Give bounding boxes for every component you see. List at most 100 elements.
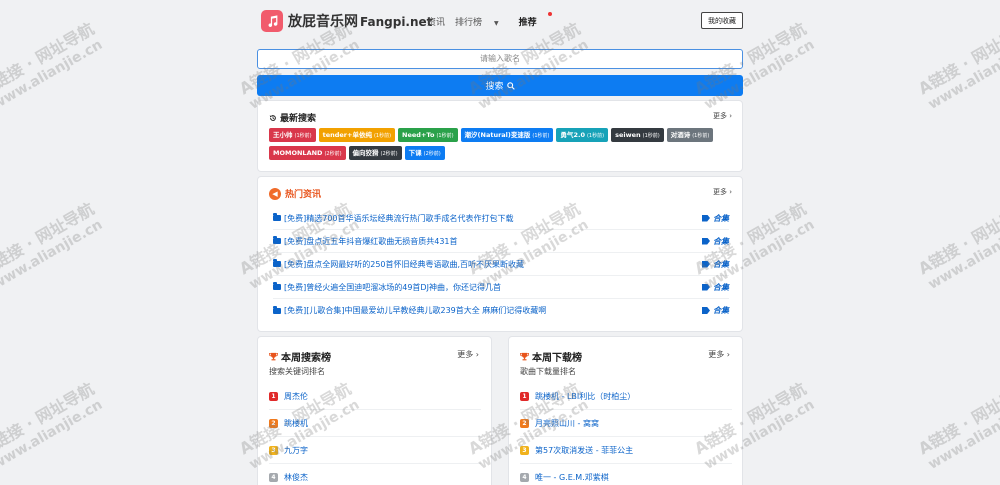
search-tag-time: (1秒前) — [692, 133, 710, 139]
main-nav: 资讯 排行榜 ▼ 推荐 — [427, 12, 557, 28]
search-tag[interactable]: 王小帅 (1秒前) — [269, 128, 316, 142]
tag-icon — [702, 237, 710, 245]
search-tag[interactable]: seiwen (1秒前) — [611, 128, 664, 142]
watermark-line2: www.alianjie.cn — [0, 216, 106, 293]
search-tag[interactable]: 下课 (2秒前) — [404, 146, 445, 160]
watermark-line2: www.alianjie.cn — [0, 36, 106, 113]
news-category[interactable]: 合集 — [702, 282, 729, 293]
news-link[interactable]: [免费]精选700首华语乐坛经典流行热门歌手成名代表作打包下载 — [273, 213, 514, 224]
weekly-download-card: 本周下载榜 更多 › 歌曲下载量排名 1 跳楼机 - LBI利比（时柏尘） 2 月亮照… — [508, 336, 743, 485]
news-item[interactable]: [免费]盘点全网最好听的250首怀旧经典粤语歌曲,百听不厌果断收藏 合集 — [273, 253, 729, 276]
megaphone-icon: ◀ — [269, 187, 281, 200]
news-category[interactable]: 合集 — [702, 236, 729, 247]
rank-item[interactable]: 4 唯一 - G.E.M.邓紫棋 — [520, 464, 732, 485]
page: 放屁音乐网 Fangpi.net 资讯 排行榜 ▼ 推荐 我的收藏 请输入歌名 搜索… — [257, 0, 743, 485]
news-category-label: 合集 — [713, 213, 729, 223]
rank-item[interactable]: 2 月亮照山川 - 窝窝 — [520, 410, 732, 437]
search-tag-time: (1秒前) — [436, 133, 454, 139]
news-link[interactable]: [免费]盘点全网最好听的250首怀旧经典粤语歌曲,百听不厌果断收藏 — [273, 259, 524, 270]
rank-number-badge: 2 — [269, 418, 278, 428]
search-tag-name: 勇气2.0 — [560, 131, 585, 139]
news-item[interactable]: [免费]盘点近五年抖音爆红歌曲无损音质共431首 合集 — [273, 230, 729, 253]
rank-number-badge: 4 — [269, 472, 278, 482]
news-category[interactable]: 合集 — [702, 305, 729, 316]
search-tag-name: Need+To — [402, 131, 435, 139]
search-tag-time: (2秒前) — [380, 151, 398, 157]
search-tag-name: 对酒诗 — [670, 131, 691, 139]
rank-number-badge: 3 — [269, 445, 278, 455]
weekly-download-more-link[interactable]: 更多 › — [708, 349, 730, 360]
rank-item[interactable]: 3 九万字 — [269, 437, 481, 464]
search-tag[interactable]: MOMONLAND (2秒前) — [269, 146, 346, 160]
news-item[interactable]: [免费]精选700首华语乐坛经典流行热门歌手成名代表作打包下载 合集 — [273, 207, 729, 230]
nav-news[interactable]: 资讯 — [427, 15, 445, 28]
search-tag[interactable]: 偏向狡猾 (2秒前) — [348, 146, 402, 160]
rank-item-name: 周杰伦 — [284, 391, 308, 401]
news-link[interactable]: [免费][儿歌合集]中国最爱幼儿早教经典儿歌239首大全 麻麻们记得收藏啊 — [273, 305, 546, 316]
search-tag-time: (1秒前) — [373, 133, 392, 139]
news-category[interactable]: 合集 — [702, 213, 729, 224]
weekly-search-title-text: 本周搜索榜 — [281, 353, 331, 364]
news-title: [免费]盘点近五年抖音爆红歌曲无损音质共431首 — [284, 236, 458, 246]
rank-item[interactable]: 3 第57次取消发送 - 菲菲公主 — [520, 437, 732, 464]
latest-search-title: 最新搜索 — [269, 111, 316, 124]
search-tag-time: (2秒前) — [423, 151, 441, 157]
search-button-label: 搜索 — [485, 82, 504, 92]
rank-item[interactable]: 2 跳楼机 — [269, 410, 481, 437]
nav-charts[interactable]: 排行榜 ▼ — [455, 15, 509, 28]
news-link[interactable]: [免费]曾经火遍全国迪吧溜冰场的49首DJ神曲，你还记得几首 — [273, 282, 501, 293]
favorites-button[interactable]: 我的收藏 — [701, 12, 743, 29]
folder-icon — [273, 213, 281, 221]
rank-item[interactable]: 1 周杰伦 — [269, 383, 481, 410]
rank-number-badge: 1 — [520, 391, 529, 401]
rank-item-name: 跳楼机 — [284, 418, 308, 428]
watermark-text: A链接 · 网址导航 www.alianjie.cn — [915, 19, 1000, 114]
search-tag[interactable]: 对酒诗 (1秒前) — [666, 128, 714, 142]
rank-item-name: 跳楼机 - LBI利比（时柏尘） — [535, 391, 636, 401]
hot-news-title: ◀ 热门资讯 — [269, 187, 321, 200]
watermark-line1: A链接 · 网址导航 — [915, 19, 1000, 99]
news-item[interactable]: [免费]曾经火遍全国迪吧溜冰场的49首DJ神曲，你还记得几首 合集 — [273, 276, 729, 299]
site-name[interactable]: 放屁音乐网 Fangpi.net — [288, 11, 432, 31]
rank-item[interactable]: 4 林俊杰 — [269, 464, 481, 485]
search-tag[interactable]: 潮汐(Natural)变速版 (1秒前) — [460, 128, 554, 142]
hot-news-more-link[interactable]: 更多 › — [713, 187, 732, 197]
rank-item[interactable]: 1 跳楼机 - LBI利比（时柏尘） — [520, 383, 732, 410]
rank-item-name: 第57次取消发送 - 菲菲公主 — [535, 445, 634, 455]
notification-dot-icon — [547, 12, 552, 16]
trophy-icon — [520, 352, 529, 361]
search-tag[interactable]: 勇气2.0 (1秒前) — [556, 128, 609, 142]
latest-search-more-link[interactable]: 更多 › — [713, 111, 732, 121]
search-tag-time: (1秒前) — [586, 133, 605, 139]
nav-recommend[interactable]: 推荐 — [519, 12, 552, 28]
trophy-icon — [269, 352, 278, 361]
weekly-download-subtitle: 歌曲下载量排名 — [520, 367, 576, 376]
search-tag[interactable]: Need+To (1秒前) — [398, 128, 458, 142]
news-link[interactable]: [免费]盘点近五年抖音爆红歌曲无损音质共431首 — [273, 236, 458, 247]
search-button[interactable]: 搜索 — [257, 75, 743, 96]
history-icon — [269, 114, 276, 121]
rank-item-name: 月亮照山川 - 窝窝 — [535, 418, 599, 428]
weekly-search-more-link[interactable]: 更多 › — [457, 349, 479, 360]
watermark-line2: www.alianjie.cn — [0, 396, 106, 473]
search-input[interactable]: 请输入歌名 — [257, 49, 743, 69]
weekly-search-card: 本周搜索榜 更多 › 搜索关键词排名 1 周杰伦 2 跳楼机 3 九万字 4 林俊杰 — [257, 336, 492, 485]
music-logo-icon[interactable] — [261, 10, 283, 32]
latest-search-title-text: 最新搜索 — [280, 114, 317, 124]
news-category[interactable]: 合集 — [702, 259, 729, 270]
news-category-label: 合集 — [713, 282, 729, 292]
search-tag-name: seiwen — [615, 131, 641, 139]
hot-news-card: ◀ 热门资讯 更多 › [免费]精选700首华语乐坛经典流行热门歌手成名代表作打… — [257, 176, 743, 332]
news-category-label: 合集 — [713, 259, 729, 269]
nav-charts-label: 排行榜 — [455, 18, 483, 28]
watermark-line1: A链接 · 网址导航 — [0, 199, 98, 279]
search-tag-name: 王小帅 — [273, 131, 293, 139]
search-tag[interactable]: tender+单依纯 (1秒前) — [318, 128, 396, 142]
hot-news-title-text: 热门资讯 — [285, 190, 322, 200]
news-item[interactable]: [免费][儿歌合集]中国最爱幼儿早教经典儿歌239首大全 麻麻们记得收藏啊 合集 — [273, 299, 729, 322]
folder-icon — [273, 236, 281, 244]
rank-number-badge: 2 — [520, 418, 529, 428]
latest-search-card: 最新搜索 更多 › 王小帅 (1秒前) tender+单依纯 (1秒前) Need+To… — [257, 100, 743, 172]
weekly-download-title: 本周下载榜 — [520, 349, 582, 364]
watermark-line2: www.alianjie.cn — [925, 216, 1000, 293]
